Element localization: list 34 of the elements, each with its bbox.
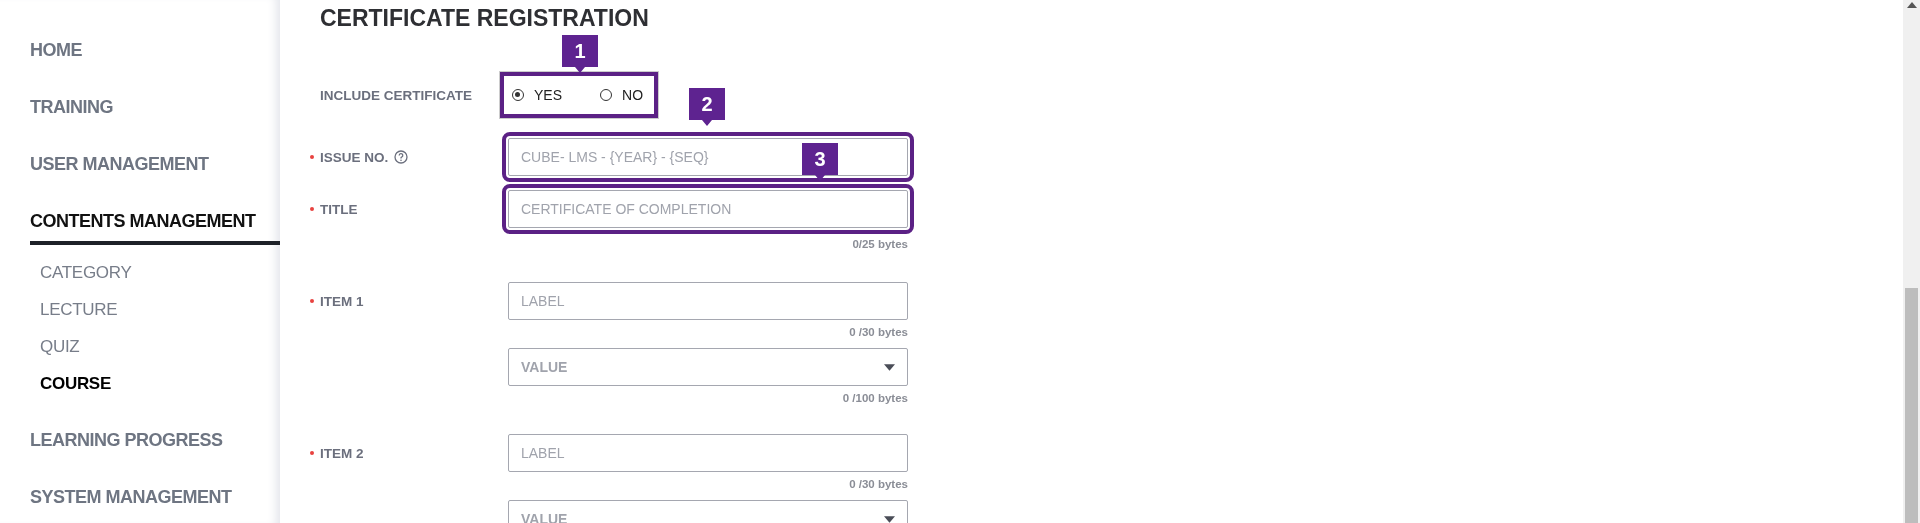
caret-icon [884, 515, 895, 523]
radio-label[interactable]: YES [534, 87, 562, 103]
field-label: ITEM 1 [320, 293, 364, 309]
field-label: ITEM 2 [320, 445, 364, 461]
byte-counter: 0 /100 bytes [842, 391, 908, 406]
scrollbar[interactable] [1903, 0, 1920, 523]
page-title: CERTIFICATE REGISTRATION [320, 4, 649, 32]
text-field[interactable]: LABEL [508, 282, 908, 320]
scrollbar-thumb[interactable] [1905, 288, 1918, 523]
nav-subitem[interactable]: QUIZ [40, 335, 80, 359]
nav-item[interactable]: HOME [30, 38, 280, 62]
nav-subitem[interactable]: LECTURE [40, 298, 118, 322]
scroll-up-icon[interactable] [1906, 2, 1917, 8]
nav-item[interactable]: TRAINING [30, 95, 280, 119]
radio-label[interactable]: NO [622, 87, 643, 103]
caret-icon [884, 363, 895, 371]
value-dropdown[interactable]: VALUE [508, 348, 908, 386]
field-label: TITLE [320, 201, 358, 217]
nav-item[interactable]: USER MANAGEMENT [30, 152, 280, 176]
byte-counter: 0 /30 bytes [849, 477, 908, 492]
callout-badge: 3 [802, 143, 838, 181]
nav-item[interactable]: CONTENTS MANAGEMENT [30, 209, 280, 245]
callout-badge: 1 [562, 35, 598, 73]
help-icon[interactable] [394, 150, 409, 164]
field-label: ISSUE NO. [320, 149, 389, 165]
text-field[interactable]: LABEL [508, 434, 908, 472]
field-label: INCLUDE CERTIFICATE [320, 87, 472, 103]
byte-counter: 0/25 bytes [852, 237, 908, 252]
byte-counter: 0 /30 bytes [849, 325, 908, 340]
nav-item[interactable]: SYSTEM MANAGEMENT [30, 485, 280, 509]
nav-subitem[interactable]: COURSE [40, 372, 111, 396]
callout-badge: 2 [689, 88, 725, 126]
nav-subitem[interactable]: CATEGORY [40, 261, 132, 285]
nav-item[interactable]: LEARNING PROGRESS [30, 428, 280, 452]
